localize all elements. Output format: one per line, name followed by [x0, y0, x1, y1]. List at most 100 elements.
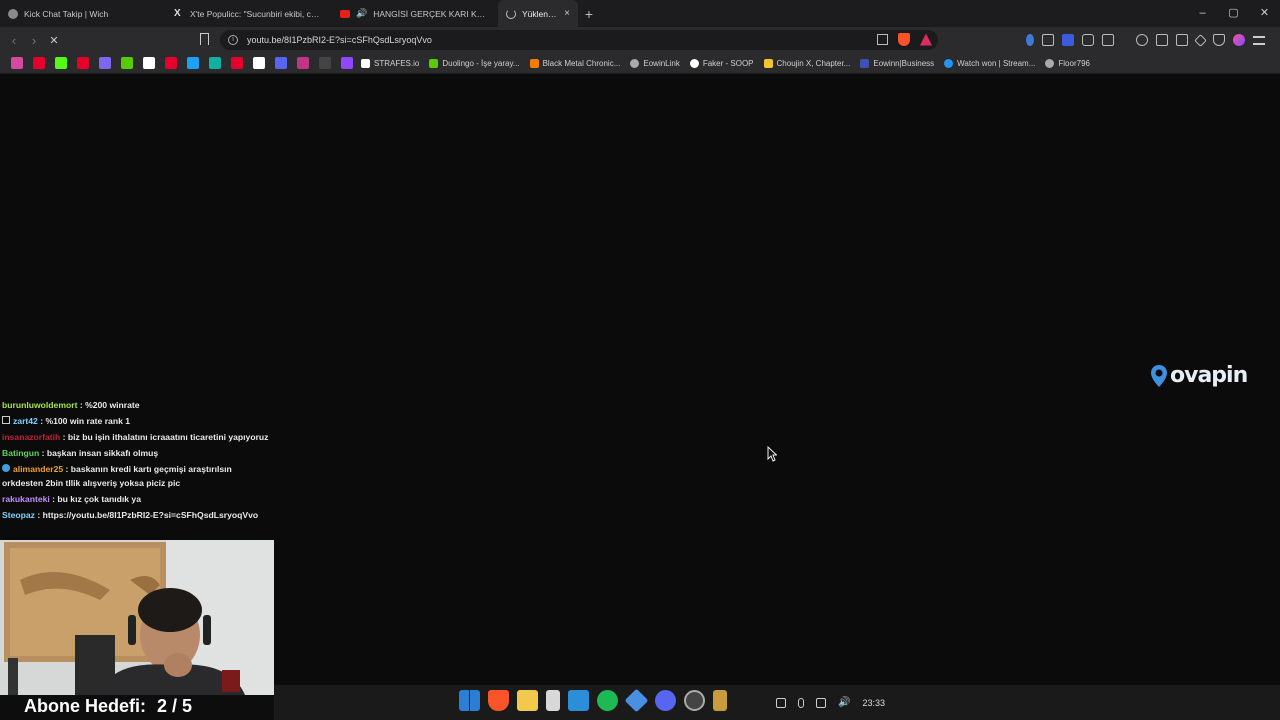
blogger-icon — [529, 58, 539, 68]
close-window-button[interactable]: ✕ — [1249, 0, 1280, 27]
volume-icon[interactable]: 🔊 — [838, 697, 850, 708]
profile-avatar-icon[interactable] — [1233, 34, 1245, 46]
bookmark-icon-15[interactable] — [319, 57, 331, 69]
bookmark-duolingo[interactable]: Duolingo - İşe yaray... — [429, 58, 520, 68]
wallet-card-icon[interactable] — [1176, 34, 1188, 46]
sidebar-icon[interactable] — [1156, 34, 1168, 46]
bookmark-discord-icon[interactable] — [275, 57, 287, 69]
bookmark-icon-8[interactable] — [165, 57, 177, 69]
strafes-icon — [361, 58, 370, 68]
location-pin-icon — [1151, 364, 1167, 387]
share-icon[interactable] — [877, 34, 888, 45]
bookmark-icon-1[interactable] — [11, 57, 23, 69]
bookmark-icon-10[interactable] — [209, 57, 221, 69]
chat-text: : %100 win rate rank 1 — [37, 416, 131, 426]
stream-icon — [944, 58, 954, 68]
chat-message: burunluwoldemort : %200 winrate — [2, 398, 272, 412]
close-tab-icon[interactable]: × — [564, 8, 570, 19]
bookmark-floor796[interactable]: Floor796 — [1045, 58, 1090, 68]
chat-username: Batingun — [2, 448, 40, 458]
bookmark-eowinlink[interactable]: EowinLink — [630, 58, 680, 68]
chat-username: Steopaz — [2, 510, 35, 520]
bookmark-icon-6[interactable] — [121, 57, 133, 69]
bookmark-youtube-icon[interactable] — [77, 57, 89, 69]
bookmark-strafes[interactable]: STRAFES.io — [361, 58, 419, 68]
ovapin-logo: ovapin — [1150, 363, 1248, 388]
wallet-icon[interactable] — [1026, 34, 1034, 46]
app-icon[interactable] — [624, 688, 649, 713]
x-logo-icon: X — [174, 7, 181, 19]
menu-icon[interactable] — [1253, 35, 1265, 45]
chat-username: alimander25 — [13, 464, 64, 474]
taskbar: 🔊 23:33 — [274, 685, 1280, 720]
bookmark-instagram-icon[interactable] — [297, 57, 309, 69]
tab-kick-chat[interactable]: Kick Chat Takip | Wich — [0, 0, 166, 27]
back-button[interactable]: ‹ — [4, 33, 24, 48]
forward-button[interactable]: › — [24, 33, 44, 48]
file-explorer-icon[interactable] — [517, 690, 538, 711]
bookmark-tiktok-icon[interactable] — [143, 57, 155, 69]
bookmark-faker-soop[interactable]: Faker - SOOP — [689, 58, 754, 68]
clock[interactable]: 23:33 — [862, 698, 885, 708]
bookmark-kick-icon[interactable] — [55, 57, 67, 69]
taskbar-apps — [459, 688, 727, 713]
maximize-button[interactable]: ▢ — [1218, 0, 1249, 27]
screen: Kick Chat Takip | Wich X X'te Populicc: … — [0, 0, 1280, 720]
tools-icon[interactable] — [546, 690, 560, 711]
bookmark-black-metal[interactable]: Black Metal Chronic... — [529, 58, 620, 68]
brave-browser-icon[interactable] — [488, 690, 509, 711]
leo-ai-icon[interactable] — [1194, 33, 1207, 47]
bookmark-icon-9[interactable] — [187, 57, 199, 69]
brave-shields-icon[interactable] — [898, 33, 910, 46]
minimize-button[interactable]: – — [1187, 0, 1218, 27]
tab-search-icon[interactable] — [1102, 34, 1114, 46]
manga-icon — [763, 58, 773, 68]
extensions-area — [1026, 27, 1265, 53]
windows-start-icon[interactable] — [459, 690, 480, 711]
bookmark-choujin-x[interactable]: Choujin X, Chapter... — [763, 58, 850, 68]
league-client-icon[interactable] — [713, 690, 727, 711]
screenshot-icon[interactable] — [1042, 34, 1054, 46]
url-text[interactable]: youtu.be/8I1PzbRI2-E?si=cSFhQsdLsryoqVvo — [247, 35, 432, 45]
vpn-icon[interactable] — [1213, 34, 1225, 46]
tab-title: X'te Populicc: "Sucunbiri ekibi, cüceler — [190, 8, 324, 19]
tab-youtube-video[interactable]: 🔊 HANGİSİ GERÇEK KARI KOCA?! ft. — [332, 0, 498, 27]
microphone-icon[interactable] — [798, 697, 804, 708]
speaker-icon[interactable]: 🔊 — [356, 8, 367, 19]
tab-title: HANGİSİ GERÇEK KARI KOCA?! ft. — [373, 8, 490, 19]
bookmark-youtube-icon[interactable] — [33, 57, 45, 69]
tab-title: Kick Chat Takip | Wich — [24, 8, 109, 19]
globe-icon — [630, 58, 640, 68]
chat-username: burunluwoldemort — [2, 400, 78, 410]
bookmark-icon[interactable] — [200, 33, 209, 45]
badge-icon — [2, 416, 10, 424]
tray-apps-icon[interactable] — [776, 697, 786, 708]
tab-favicon — [8, 8, 18, 19]
bookmark-youtube-icon[interactable] — [231, 57, 243, 69]
subscriber-goal: Abone Hedefi: 2 / 5 — [0, 695, 274, 720]
media-icon[interactable] — [1136, 34, 1148, 46]
bookmark-twitch-icon[interactable] — [341, 57, 353, 69]
shield-extension-icon[interactable] — [1062, 34, 1074, 46]
chat-text: : başkan insan sikkafı olmuş — [39, 448, 159, 458]
bookmark-eowinn-business[interactable]: Eowinn|Business — [860, 58, 934, 68]
address-bar[interactable]: i youtu.be/8I1PzbRI2-E?si=cSFhQsdLsryoqV… — [220, 30, 938, 50]
spotify-icon[interactable] — [597, 690, 618, 711]
new-tab-button[interactable]: + — [578, 6, 600, 22]
stop-loading-button[interactable]: ✕ — [44, 34, 64, 47]
bookmark-x-icon[interactable] — [253, 57, 265, 69]
tab-x-post[interactable]: X X'te Populicc: "Sucunbiri ekibi, cücel… — [166, 0, 332, 27]
bookmark-watch-won[interactable]: Watch won | Stream... — [944, 58, 1035, 68]
discord-icon[interactable] — [655, 690, 676, 711]
bookmark-icon-5[interactable] — [99, 57, 111, 69]
tab-loading[interactable]: Yükleniyor × — [498, 0, 578, 27]
network-icon[interactable] — [816, 697, 826, 708]
site-info-icon[interactable]: i — [228, 35, 238, 45]
photos-icon[interactable] — [568, 690, 589, 711]
chat-username: insanazorfatih — [2, 432, 61, 442]
system-tray: 🔊 23:33 — [776, 685, 885, 720]
extensions-puzzle-icon[interactable] — [1082, 34, 1094, 46]
obs-icon[interactable] — [684, 690, 705, 711]
brave-rewards-icon[interactable] — [920, 33, 932, 46]
chat-text: : %200 winrate — [77, 400, 140, 410]
